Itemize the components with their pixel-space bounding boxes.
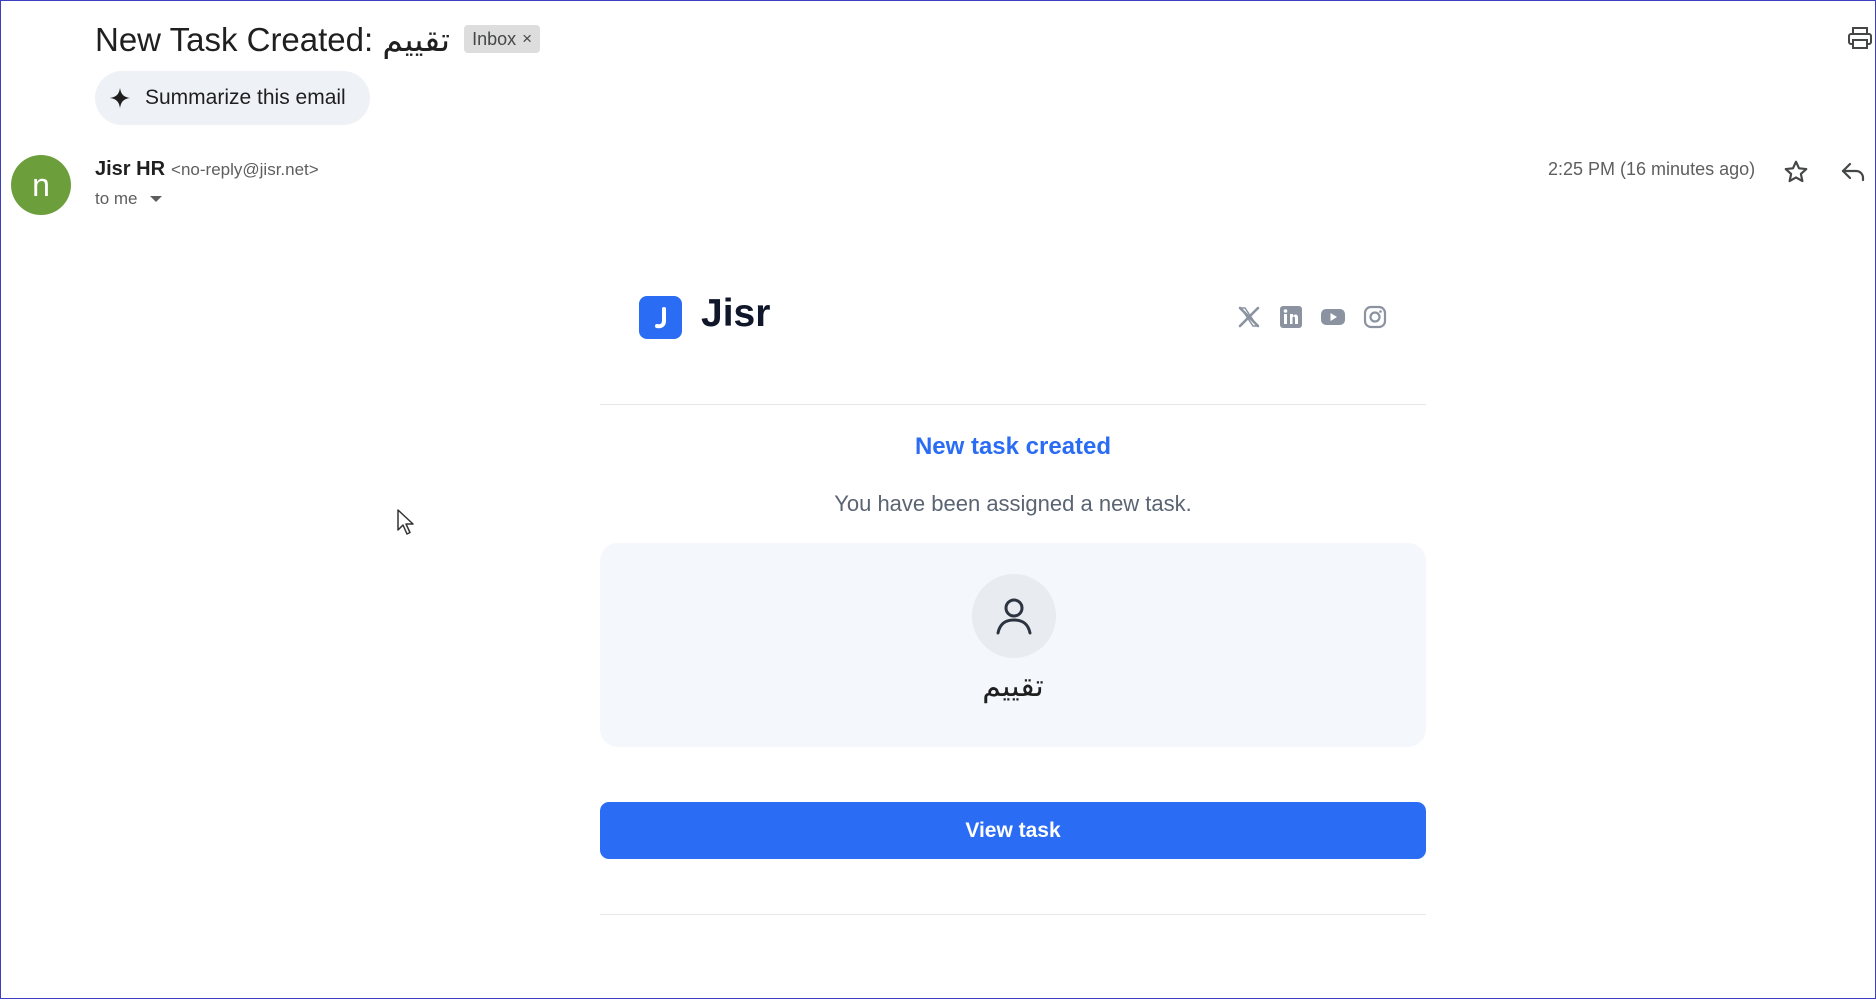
instagram-icon[interactable] [1362, 304, 1388, 330]
brand-name: Jisr [701, 292, 771, 335]
sender-name[interactable]: Jisr HR [95, 158, 165, 181]
reply-button[interactable] [1836, 155, 1870, 189]
jisr-logo-icon [639, 296, 682, 339]
task-title: تقييم [982, 670, 1044, 703]
youtube-icon[interactable] [1320, 304, 1346, 330]
social-links [1236, 304, 1388, 330]
recipients-label: to me [95, 189, 138, 208]
email-body: Jisr New task created You have been assi… [600, 280, 1426, 915]
email-headline: New task created [914, 433, 1112, 460]
linkedin-icon[interactable] [1278, 304, 1304, 330]
star-button[interactable] [1779, 155, 1813, 189]
print-icon [1848, 27, 1872, 49]
mouse-cursor-icon [396, 508, 416, 541]
sender-avatar[interactable]: n [11, 155, 71, 215]
remove-label-button[interactable]: × [522, 29, 532, 49]
email-timestamp: 2:25 PM (16 minutes ago) [1548, 159, 1756, 179]
recipients-toggle[interactable]: to me [95, 189, 162, 209]
person-icon [996, 598, 1032, 635]
x-icon[interactable] [1236, 304, 1262, 330]
task-assignee-avatar [972, 574, 1056, 658]
task-card: تقييم [600, 543, 1426, 747]
sparkle-icon [109, 87, 131, 109]
email-subject: New Task Created: تقييم [95, 20, 451, 58]
label-chip-text: Inbox [472, 28, 517, 49]
subject-row: New Task Created: تقييم Inbox × [95, 14, 541, 64]
divider-bottom [600, 914, 1426, 915]
print-button[interactable] [1844, 22, 1876, 54]
divider [600, 404, 1426, 405]
chevron-down-icon [149, 196, 162, 202]
summarize-email-button[interactable]: Summarize this email [95, 71, 370, 125]
label-chip-inbox: Inbox × [464, 25, 541, 53]
star-icon [1784, 160, 1808, 183]
sender-email: <no-reply@jisr.net> [171, 160, 319, 179]
brand-header: Jisr [600, 280, 1426, 404]
email-subline: You have been assigned a new task. [834, 491, 1192, 516]
view-task-button[interactable]: View task [600, 802, 1426, 859]
summarize-label: Summarize this email [145, 86, 346, 109]
reply-icon [1841, 162, 1865, 182]
sender-info: Jisr HR <no-reply@jisr.net> [95, 158, 319, 181]
